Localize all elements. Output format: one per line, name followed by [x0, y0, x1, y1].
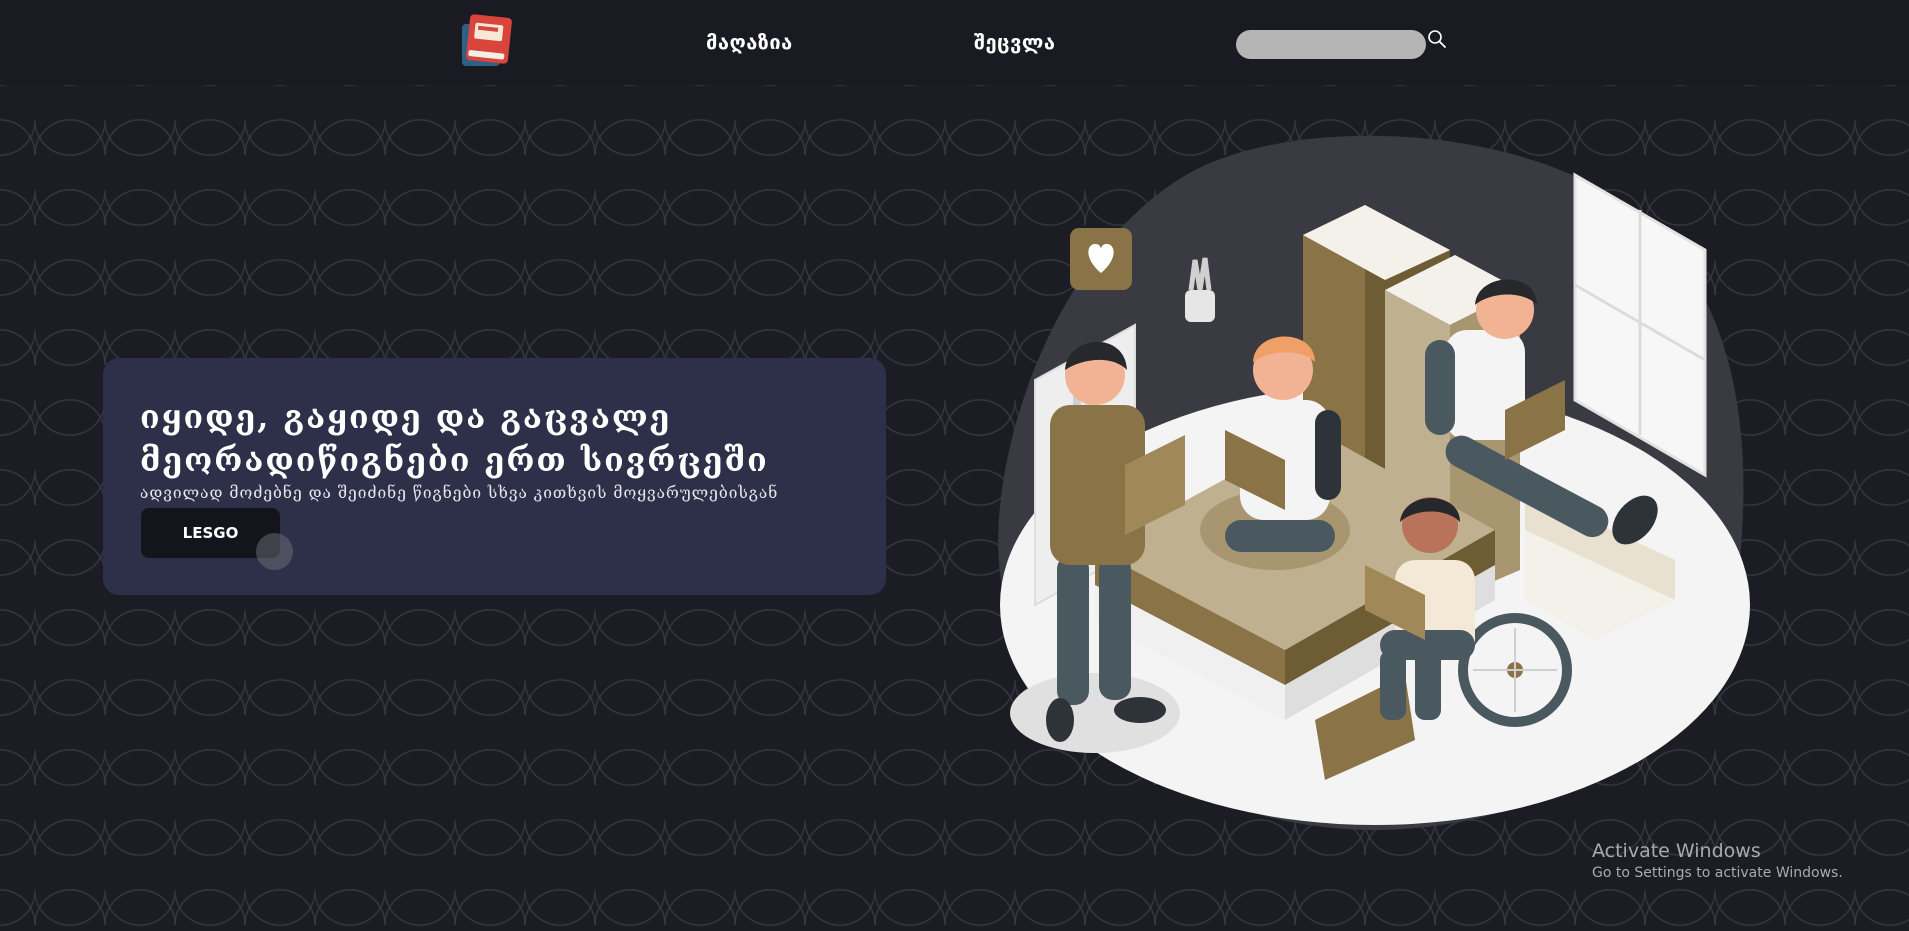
watermark-subtitle: Go to Settings to activate Windows.	[1592, 865, 1843, 881]
cursor-highlight	[256, 533, 293, 570]
search-input[interactable]	[1236, 30, 1426, 59]
windows-activation-watermark: Activate Windows Go to Settings to activ…	[1592, 840, 1843, 881]
reading-people-illustration	[998, 135, 1750, 831]
book-logo-icon[interactable]	[458, 12, 516, 70]
hero-card: იყიდე, გაყიდე და გაცვალე მეორადიწიგნები …	[103, 358, 886, 595]
top-navbar: მაღაზია შეცვლა	[0, 0, 1909, 85]
nav-link-shop[interactable]: მაღაზია	[706, 30, 793, 54]
hero-subtitle: ადვილად მოძებნე და შეიძინე წიგნები სხვა …	[140, 484, 779, 502]
search-icon[interactable]	[1426, 28, 1448, 50]
hero-title-line-1: იყიდე, გაყიდე და გაცვალე	[140, 398, 672, 436]
nav-link-exchange[interactable]: შეცვლა	[974, 30, 1055, 54]
hero-title: იყიდე, გაყიდე და გაცვალე მეორადიწიგნები …	[140, 396, 860, 482]
hero-title-line-2: მეორადიწიგნები ერთ სივრცეში	[140, 441, 769, 479]
watermark-title: Activate Windows	[1592, 840, 1761, 862]
